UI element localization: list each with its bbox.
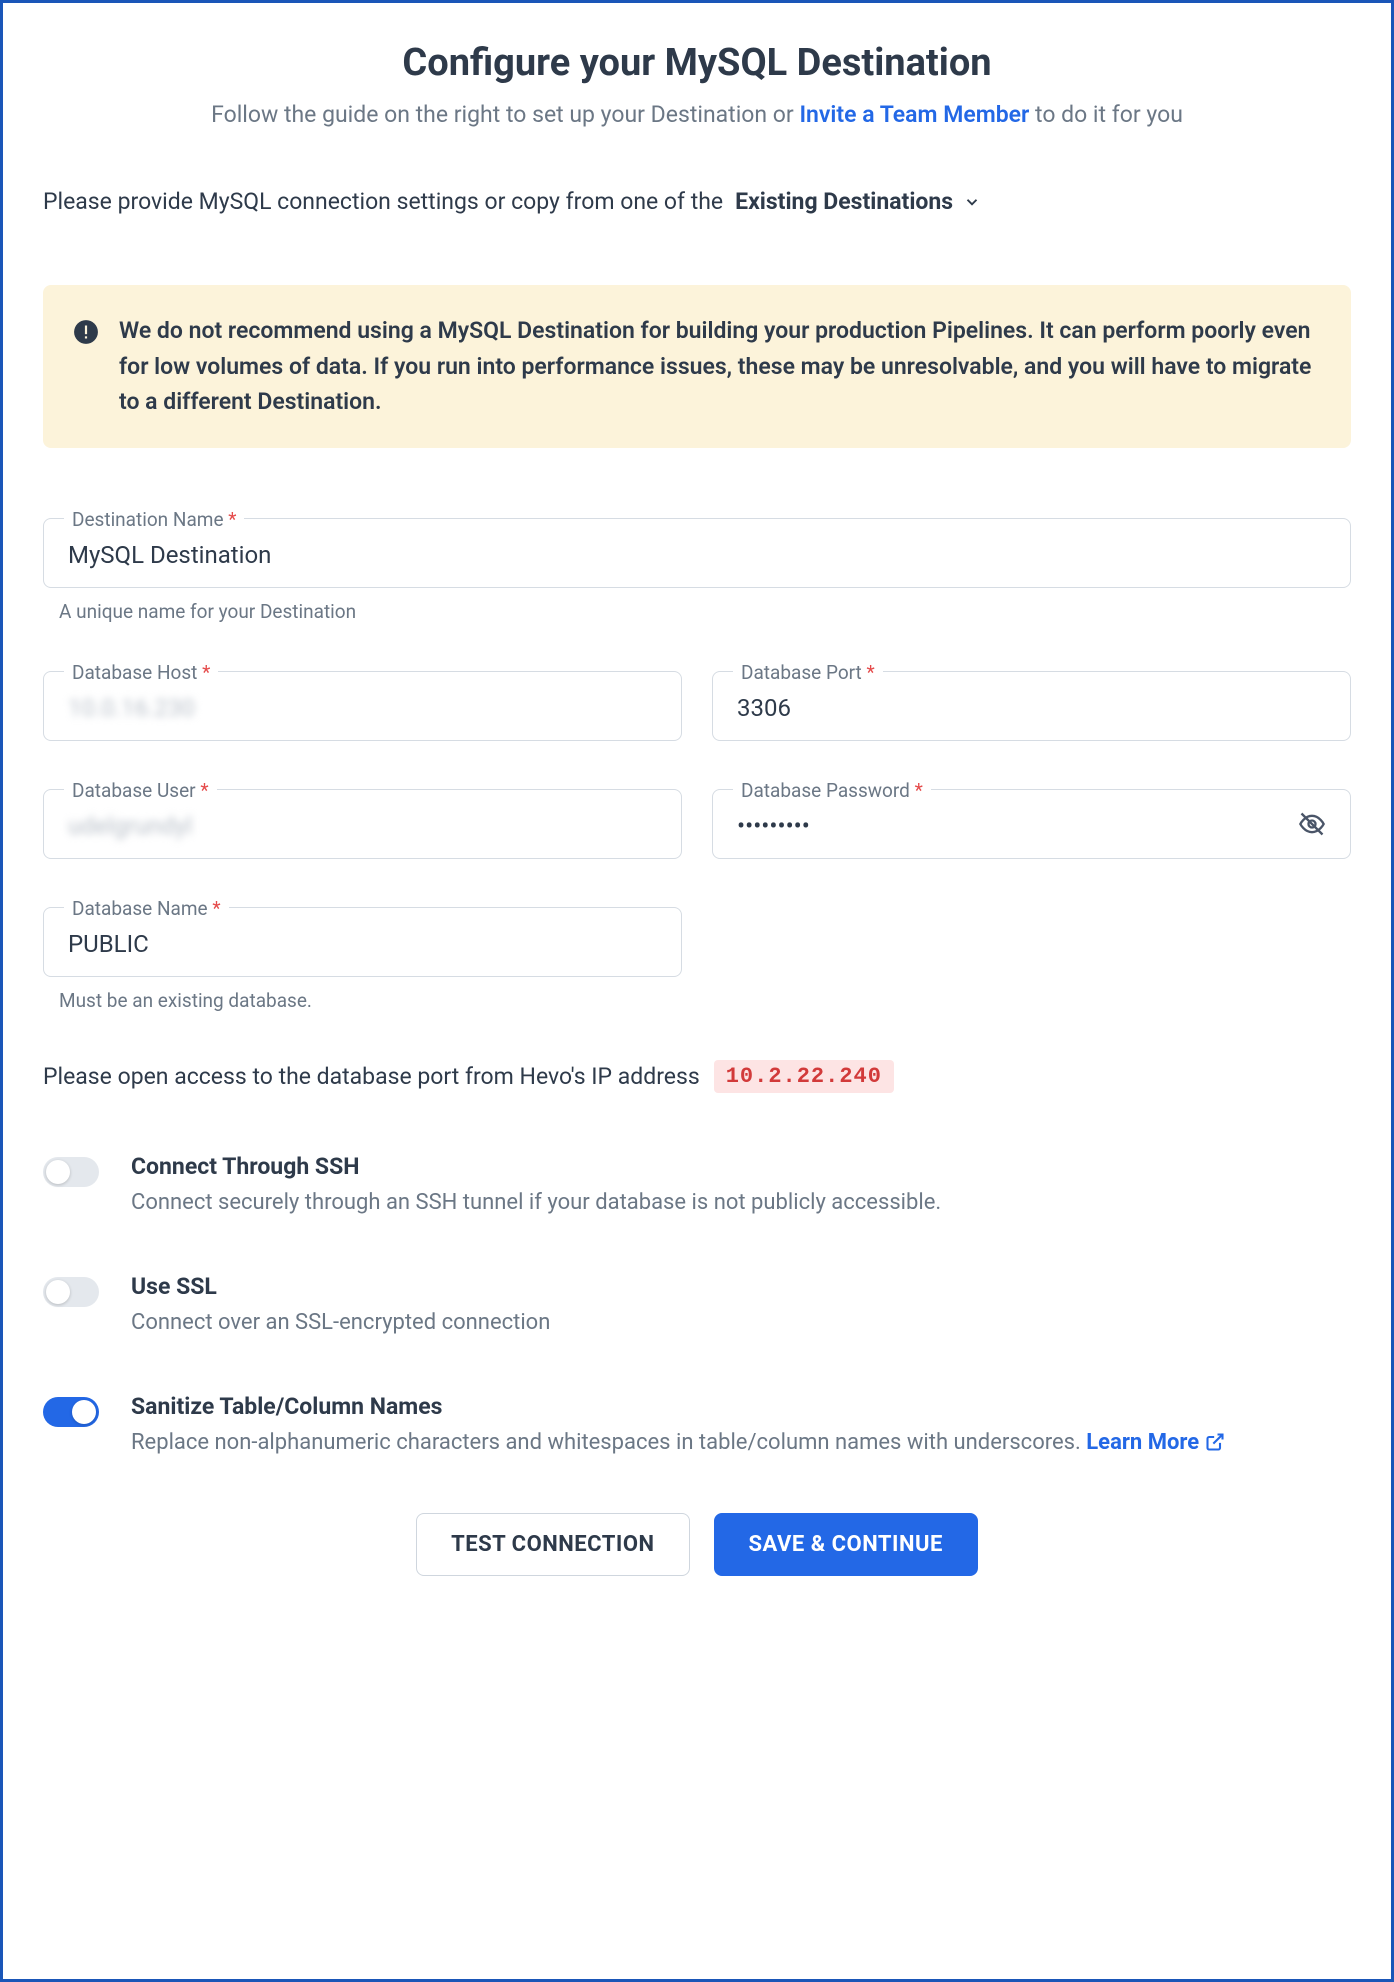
destination-name-group: Destination Name * A unique name for you… [43,518,1351,623]
database-name-help: Must be an existing database. [59,989,682,1012]
database-port-group: Database Port * [712,671,1351,741]
ssh-toggle[interactable] [43,1157,99,1187]
database-user-input[interactable]: udelgrundyl [68,812,657,840]
dropdown-label: Existing Destinations [735,188,953,215]
ssl-toggle[interactable] [43,1277,99,1307]
ssh-desc: Connect securely through an SSH tunnel i… [131,1186,1351,1219]
destination-name-help: A unique name for your Destination [59,600,1351,623]
ssh-toggle-row: Connect Through SSH Connect securely thr… [43,1153,1351,1219]
database-user-label: Database User * [64,779,217,802]
database-password-label: Database Password * [733,779,931,802]
subtitle-suffix: to do it for you [1029,101,1183,128]
intro-row: Please provide MySQL connection settings… [43,188,1351,215]
warning-text: We do not recommend using a MySQL Destin… [119,313,1321,420]
database-port-label: Database Port * [733,661,883,684]
invite-team-link[interactable]: Invite a Team Member [799,101,1029,128]
ip-access-row: Please open access to the database port … [43,1060,1351,1093]
database-name-label: Database Name * [64,897,229,920]
ssh-title: Connect Through SSH [131,1153,1351,1180]
sanitize-desc: Replace non-alphanumeric characters and … [131,1426,1351,1459]
database-password-group: Database Password * [712,789,1351,859]
chevron-down-icon [963,193,981,211]
warning-banner: We do not recommend using a MySQL Destin… [43,285,1351,448]
button-row: TEST CONNECTION SAVE & CONTINUE [43,1513,1351,1576]
existing-destinations-dropdown[interactable]: Existing Destinations [735,188,981,215]
config-form-container: Configure your MySQL Destination Follow … [0,0,1394,1982]
destination-name-label: Destination Name * [64,508,244,531]
database-name-input[interactable] [68,930,657,958]
sanitize-toggle-row: Sanitize Table/Column Names Replace non-… [43,1393,1351,1459]
intro-text: Please provide MySQL connection settings… [43,188,723,215]
database-password-input[interactable] [737,812,1326,840]
eye-off-icon[interactable] [1298,810,1326,838]
database-host-group: Database Host * 10.0.16.230 [43,671,682,741]
sanitize-toggle[interactable] [43,1397,99,1427]
ssl-desc: Connect over an SSL-encrypted connection [131,1306,1351,1339]
test-connection-button[interactable]: TEST CONNECTION [416,1513,689,1576]
database-user-group: Database User * udelgrundyl [43,789,682,859]
learn-more-link[interactable]: Learn More [1086,1426,1225,1459]
database-host-label: Database Host * [64,661,218,684]
sanitize-title: Sanitize Table/Column Names [131,1393,1351,1420]
database-port-input[interactable] [737,694,1326,722]
database-host-input[interactable]: 10.0.16.230 [68,694,657,722]
ip-badge: 10.2.22.240 [714,1060,894,1093]
warning-icon [73,319,99,345]
page-title: Configure your MySQL Destination [43,41,1351,85]
ssl-toggle-row: Use SSL Connect over an SSL-encrypted co… [43,1273,1351,1339]
external-link-icon [1205,1432,1225,1452]
ip-access-text: Please open access to the database port … [43,1063,700,1090]
ssl-title: Use SSL [131,1273,1351,1300]
save-continue-button[interactable]: SAVE & CONTINUE [714,1513,978,1576]
subtitle-prefix: Follow the guide on the right to set up … [211,101,799,128]
header: Configure your MySQL Destination Follow … [43,41,1351,128]
destination-name-input[interactable] [68,541,1326,569]
page-subtitle: Follow the guide on the right to set up … [43,101,1351,128]
database-name-group: Database Name * Must be an existing data… [43,907,682,1012]
